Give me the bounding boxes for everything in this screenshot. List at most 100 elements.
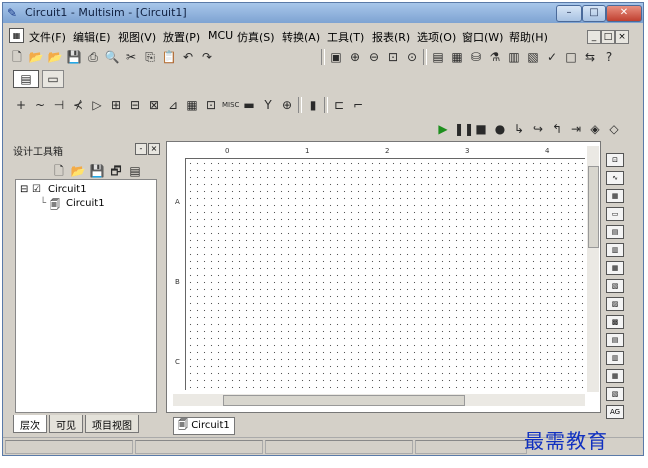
frequency-counter-icon[interactable]: ▦ (606, 261, 624, 275)
place-cmos-icon[interactable]: ⊟ (127, 97, 143, 113)
postprocessor-icon[interactable]: ▧ (525, 49, 541, 65)
menu-place[interactable]: 放置(P) (163, 29, 200, 45)
place-indicator-icon[interactable]: ▦ (184, 97, 200, 113)
menu-tools[interactable]: 工具(T) (327, 29, 364, 45)
minimize-button[interactable]: – (556, 5, 582, 22)
zoom-out-icon[interactable]: ⊖ (366, 49, 382, 65)
place-source-icon[interactable]: + (13, 97, 29, 113)
panel-close-button[interactable]: × (148, 143, 160, 155)
mdi-minimize-button[interactable]: _ (587, 30, 601, 44)
stop-simulation-icon[interactable]: ■ (473, 121, 489, 137)
copy-icon[interactable]: ⎘ (142, 49, 158, 65)
save-icon[interactable]: 💾 (66, 49, 82, 65)
distortion-analyzer-icon[interactable]: ▥ (606, 351, 624, 365)
step-over-icon[interactable]: ↪ (530, 121, 546, 137)
rectangle-icon[interactable]: □ (563, 49, 579, 65)
print-preview-icon[interactable]: 🔍 (104, 49, 120, 65)
component-toggle-icon[interactable]: ▤ (13, 70, 39, 88)
function-generator-icon[interactable]: ∿ (606, 171, 624, 185)
place-analog-icon[interactable]: ▷ (89, 97, 105, 113)
place-hierarchical-icon[interactable]: ⊏ (331, 97, 347, 113)
open-design-icon[interactable]: 📂 (70, 163, 86, 179)
spectrum-analyzer-icon[interactable]: ▦ (606, 369, 624, 383)
place-basic-icon[interactable]: ~ (32, 97, 48, 113)
place-power-icon[interactable]: ⊡ (203, 97, 219, 113)
redo-icon[interactable]: ↷ (199, 49, 215, 65)
place-transistor-icon[interactable]: ⊀ (70, 97, 86, 113)
paste-icon[interactable]: 📋 (161, 49, 177, 65)
cut-icon[interactable]: ✂ (123, 49, 139, 65)
tab-visibility[interactable]: 可见 (49, 415, 83, 433)
horizontal-scroll-thumb[interactable] (223, 395, 465, 406)
tab-hierarchy[interactable]: 层次 (13, 415, 47, 433)
horizontal-scrollbar[interactable] (173, 394, 585, 406)
document-menu-icon[interactable]: ▦ (9, 28, 24, 43)
mdi-restore-button[interactable]: □ (601, 30, 615, 44)
open-file-icon[interactable]: 📂 (28, 49, 44, 65)
title-bar[interactable]: ✎ Circuit1 - Multisim - [Circuit1] – □ ✕ (3, 3, 643, 23)
run-simulation-icon[interactable]: ▶ (435, 121, 451, 137)
zoom-fit-icon[interactable]: ⊙ (404, 49, 420, 65)
component-wizard-icon[interactable]: ⚗ (487, 49, 503, 65)
spreadsheet-icon[interactable]: ▦ (449, 49, 465, 65)
toggle-breakpoint-icon[interactable]: ◈ (587, 121, 603, 137)
toggle-toolbox-icon[interactable]: ▤ (430, 49, 446, 65)
transfer-icon[interactable]: ⇆ (582, 49, 598, 65)
database-icon[interactable]: ⛁ (468, 49, 484, 65)
open-sample-icon[interactable]: 📂 (47, 49, 63, 65)
tab-project-view[interactable]: 项目视图 (85, 415, 139, 433)
menu-help[interactable]: 帮助(H) (509, 29, 548, 45)
run-to-cursor-icon[interactable]: ⇥ (568, 121, 584, 137)
rename-design-icon[interactable]: ▤ (127, 163, 143, 179)
menu-reports[interactable]: 报表(R) (372, 29, 410, 45)
bode-plotter-icon[interactable]: ▥ (606, 243, 624, 257)
erc-icon[interactable]: ✓ (544, 49, 560, 65)
multimeter-icon[interactable]: ⊡ (606, 153, 624, 167)
menu-edit[interactable]: 编辑(E) (73, 29, 111, 45)
place-misc-icon[interactable]: MISC (222, 97, 239, 113)
schematic-grid[interactable] (187, 160, 585, 388)
menu-simulate[interactable]: 仿真(S) (237, 29, 275, 45)
network-analyzer-icon[interactable]: ▧ (606, 387, 624, 401)
oscilloscope-icon[interactable]: ▭ (606, 207, 624, 221)
menu-transfer[interactable]: 转换(A) (282, 29, 320, 45)
four-channel-oscilloscope-icon[interactable]: ▤ (606, 225, 624, 239)
logic-analyzer-icon[interactable]: ▨ (606, 297, 624, 311)
logic-converter-icon[interactable]: ▩ (606, 315, 624, 329)
step-into-icon[interactable]: ↳ (511, 121, 527, 137)
mdi-close-button[interactable]: × (615, 30, 629, 44)
place-connector-icon[interactable]: ▮ (305, 97, 321, 113)
menu-window[interactable]: 窗口(W) (462, 29, 503, 45)
menu-file[interactable]: 文件(F) (29, 29, 66, 45)
document-tab[interactable]: 🗐 Circuit1 (173, 417, 235, 435)
zoom-in-icon[interactable]: ⊕ (347, 49, 363, 65)
undo-icon[interactable]: ↶ (180, 49, 196, 65)
close-button[interactable]: ✕ (606, 5, 642, 22)
breakpoint-icon[interactable]: ● (492, 121, 508, 137)
wattmeter-icon[interactable]: ▦ (606, 189, 624, 203)
agilent-instrument-icon[interactable]: AG (606, 405, 624, 419)
bus-toggle-icon[interactable]: ▭ (42, 70, 64, 88)
place-ni-icon[interactable]: ⊕ (279, 97, 295, 113)
vertical-scrollbar[interactable] (587, 146, 599, 392)
help-icon[interactable]: ? (601, 49, 617, 65)
iv-analyzer-icon[interactable]: ▤ (606, 333, 624, 347)
place-bus-icon[interactable]: ⌐ (350, 97, 366, 113)
tree-child-label[interactable]: Circuit1 (66, 198, 105, 209)
menu-view[interactable]: 视图(V) (118, 29, 156, 45)
menu-options[interactable]: 选项(O) (417, 29, 456, 45)
panel-pin-button[interactable]: - (135, 143, 147, 155)
place-rf-icon[interactable]: ▬ (241, 97, 257, 113)
new-design-icon[interactable]: 🗋 (51, 163, 67, 179)
place-mcu-icon[interactable]: ⊠ (146, 97, 162, 113)
place-diode-icon[interactable]: ⊣ (51, 97, 67, 113)
place-mixed-icon[interactable]: ⊿ (165, 97, 181, 113)
word-generator-icon[interactable]: ▧ (606, 279, 624, 293)
place-electromechanical-icon[interactable]: Y (260, 97, 276, 113)
close-design-icon[interactable]: 🗗 (108, 163, 124, 179)
print-icon[interactable]: ⎙ (85, 49, 101, 65)
remove-breakpoints-icon[interactable]: ◇ (606, 121, 622, 137)
place-ttl-icon[interactable]: ⊞ (108, 97, 124, 113)
tree-root-label[interactable]: Circuit1 (48, 184, 87, 195)
maximize-button[interactable]: □ (582, 5, 606, 22)
